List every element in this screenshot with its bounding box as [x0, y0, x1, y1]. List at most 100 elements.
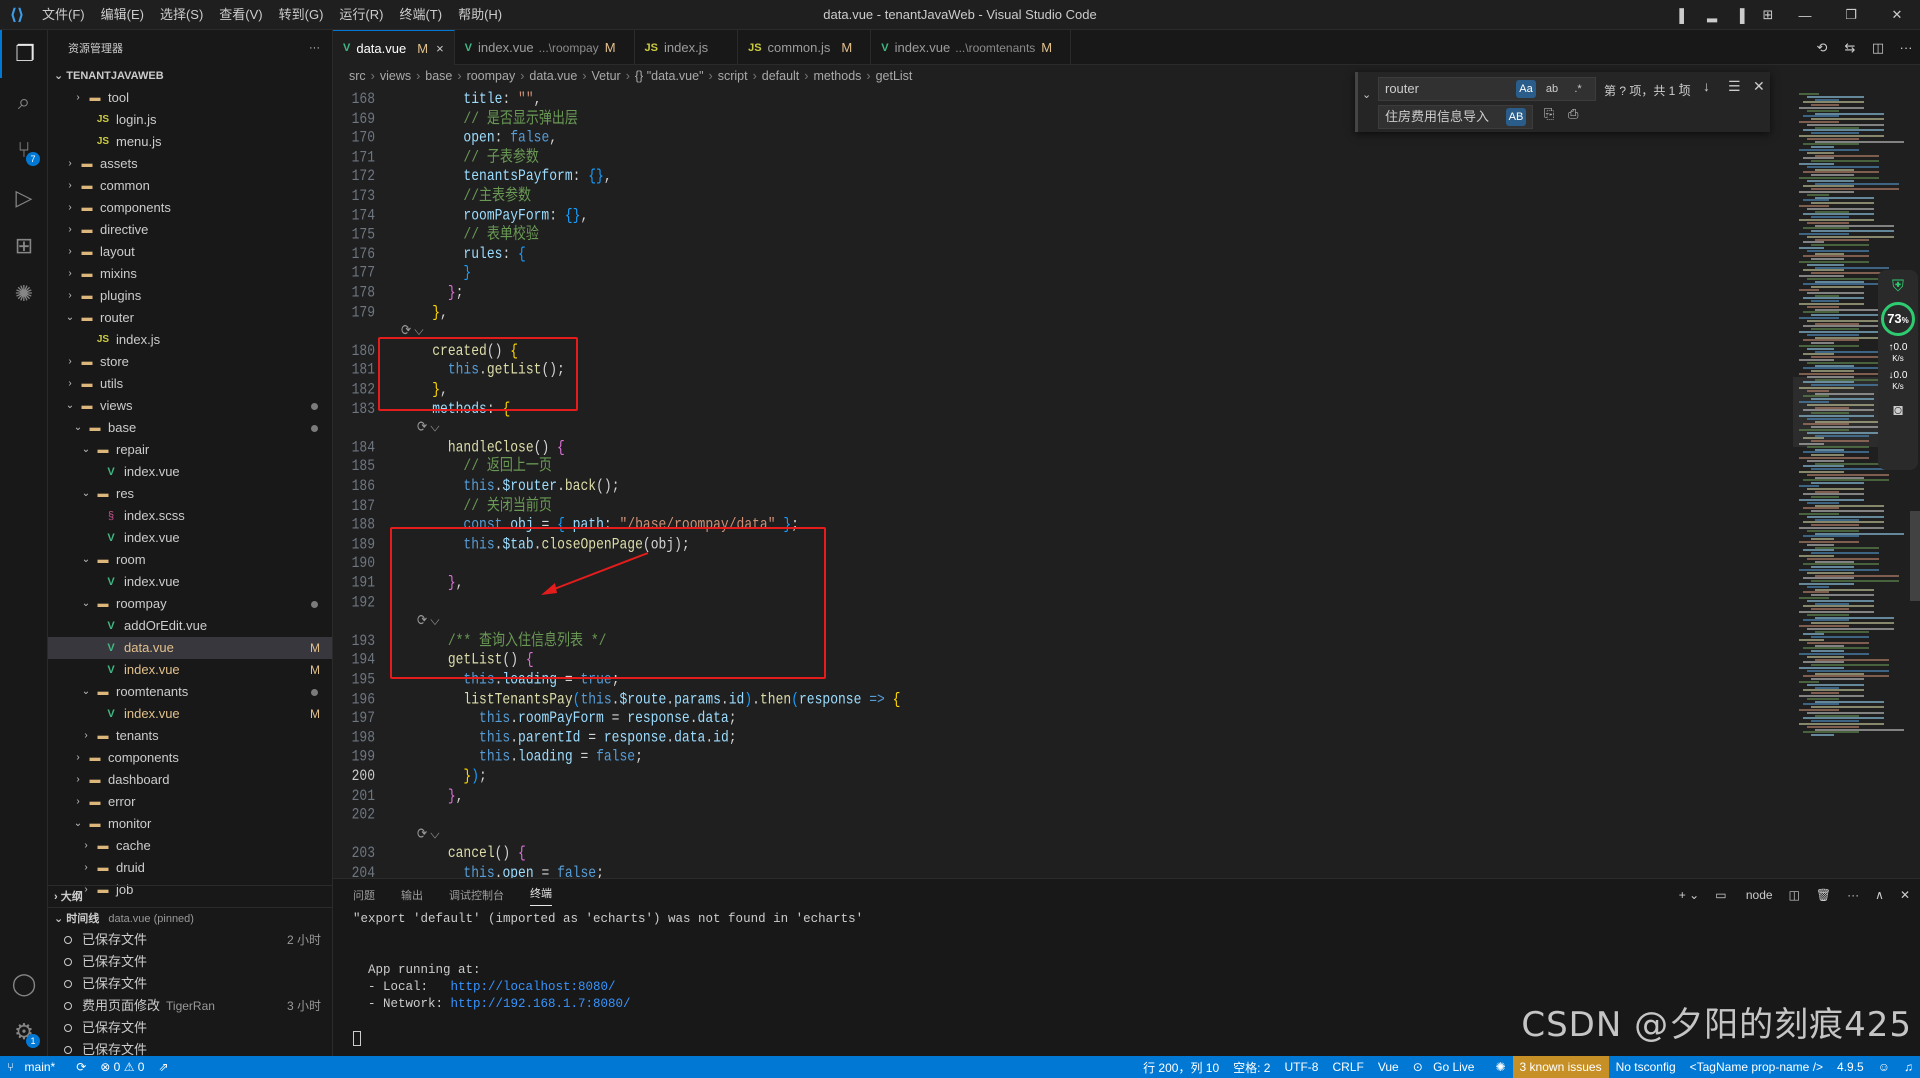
tree-item[interactable]: Vindex.vue — [48, 527, 332, 549]
split-terminal-icon[interactable]: ◫ — [1789, 888, 1800, 902]
tree-item[interactable]: ⌄ ▬ router — [48, 307, 332, 329]
timeline-section[interactable]: ⌄ 时间线 data.vue (pinned) — [48, 907, 332, 929]
go-live-button[interactable]: ⊙ Go Live — [1406, 1060, 1489, 1074]
feedback-icon[interactable]: ☺ — [1871, 1060, 1897, 1074]
terminal-shell-label[interactable]: ▭ node — [1715, 888, 1772, 902]
chevron-icon[interactable]: ⌄ — [78, 439, 94, 461]
timeline-item[interactable]: 已保存文件 2 小时 — [48, 929, 332, 951]
tree-item[interactable]: ⌄ ▬ repair — [48, 439, 332, 461]
chevron-icon[interactable]: › — [70, 791, 86, 813]
tab-output[interactable]: 输出 — [401, 887, 423, 903]
menu-help[interactable]: 帮助(H) — [450, 0, 510, 30]
split-editor-icon[interactable]: ◫ — [1864, 40, 1892, 56]
chevron-icon[interactable]: › — [70, 769, 86, 791]
breadcrumb-item[interactable]: Vetur — [592, 69, 621, 83]
match-case-toggle[interactable]: Aa — [1516, 80, 1536, 98]
tree-item[interactable]: Vindex.vue — [48, 461, 332, 483]
menu-go[interactable]: 转到(G) — [271, 0, 332, 30]
breadcrumb-item[interactable]: methods — [813, 69, 861, 83]
ts-version[interactable]: 4.9.5 — [1830, 1060, 1871, 1074]
accounts-icon[interactable]: ◯ — [0, 960, 48, 1008]
tree-item[interactable]: › ▬ directive — [48, 219, 332, 241]
chevron-icon[interactable]: › — [62, 241, 78, 263]
tree-item[interactable]: › ▬ mixins — [48, 263, 332, 285]
tree-item[interactable]: › ▬ utils — [48, 373, 332, 395]
breadcrumb-item[interactable]: default — [762, 69, 800, 83]
kill-terminal-icon[interactable]: 🗑 — [1816, 888, 1831, 902]
minimap[interactable] — [1793, 87, 1913, 878]
chevron-icon[interactable]: ⌄ — [70, 813, 86, 835]
tree-item[interactable]: › ▬ layout — [48, 241, 332, 263]
source-control-icon[interactable]: ⑂ 7 — [0, 126, 48, 174]
line-ending[interactable]: CRLF — [1325, 1060, 1370, 1074]
tree-item[interactable]: › ▬ druid — [48, 857, 332, 879]
run-debug-icon[interactable]: ▷ — [0, 174, 48, 222]
previous-match-icon[interactable]: ↑ — [1678, 78, 1685, 94]
tab-debug-console[interactable]: 调试控制台 — [449, 887, 504, 903]
menu-run[interactable]: 运行(R) — [331, 0, 391, 30]
editor-tab[interactable]: JS common.js M — [738, 30, 872, 65]
timeline-item[interactable]: 已保存文件 — [48, 951, 332, 973]
tree-item[interactable]: ⌄ ▬ roompay — [48, 593, 332, 615]
tree-item[interactable]: › ▬ error — [48, 791, 332, 813]
toggle-panel-icon[interactable]: ▂ — [1698, 7, 1726, 23]
tag-name-status[interactable]: <TagName prop-name /> — [1683, 1060, 1830, 1074]
tsconfig-status[interactable]: No tsconfig — [1609, 1060, 1683, 1074]
branch-status[interactable]: ⑂ main* — [0, 1060, 69, 1074]
known-issues-badge[interactable]: 3 known issues — [1512, 1056, 1609, 1078]
breadcrumb-item[interactable]: base — [425, 69, 452, 83]
scrollbar-thumb[interactable] — [1910, 511, 1920, 601]
tree-item[interactable]: VaddOrEdit.vue — [48, 615, 332, 637]
editor-tab[interactable]: Vindex.vue ...\roomtenants M — [871, 30, 1072, 65]
tree-item[interactable]: › ▬ common — [48, 175, 332, 197]
editor-scrollbar[interactable] — [1910, 87, 1920, 878]
tab-problems[interactable]: 问题 — [353, 887, 375, 903]
close-panel-icon[interactable]: ✕ — [1900, 888, 1910, 902]
tree-item[interactable]: ⌄ ▬ monitor — [48, 813, 332, 835]
tree-item[interactable]: Vindex.vue M — [48, 659, 332, 681]
camera-icon[interactable]: ◙ — [1878, 402, 1918, 420]
timeline-item[interactable]: 已保存文件 — [48, 1017, 332, 1039]
chevron-icon[interactable]: ⌄ — [62, 395, 78, 417]
local-url-link[interactable]: http://localhost:8080/ — [451, 980, 616, 994]
chevron-icon[interactable]: › — [62, 153, 78, 175]
tree-item[interactable]: ⌄ ▬ res — [48, 483, 332, 505]
breadcrumb-item[interactable]: {} "data.vue" — [635, 69, 704, 83]
match-whole-word-toggle[interactable]: ab — [1542, 80, 1562, 98]
vetur-icon[interactable]: ✺ — [1488, 1060, 1512, 1074]
tree-item[interactable]: ⌄ ▬ base — [48, 417, 332, 439]
timeline-history-icon[interactable]: ⟲ — [1808, 40, 1836, 56]
explorer-icon[interactable]: ❐ — [0, 30, 48, 78]
code-editor[interactable]: 168 title: "", 169 // 是否显示弹出层 170 open: fa… — [333, 87, 1920, 878]
tree-item[interactable]: JS login.js — [48, 109, 332, 131]
tree-item[interactable]: JS menu.js — [48, 131, 332, 153]
menu-edit[interactable]: 编辑(E) — [93, 0, 152, 30]
preserve-case-toggle[interactable]: AB — [1506, 108, 1526, 126]
new-terminal-icon[interactable]: + ⌄ — [1679, 888, 1699, 902]
close-find-icon[interactable]: ✕ — [1753, 78, 1765, 95]
breadcrumb-item[interactable]: data.vue — [529, 69, 577, 83]
chevron-icon[interactable]: › — [78, 725, 94, 747]
tree-item[interactable]: § index.scss — [48, 505, 332, 527]
toggle-sidebar-icon[interactable]: ▌ — [1670, 8, 1698, 23]
maximize-panel-icon[interactable]: ∧ — [1875, 888, 1884, 902]
regex-toggle[interactable]: .* — [1568, 80, 1588, 98]
problems-status[interactable]: ⊗ 0 ⚠ 0 — [93, 1060, 151, 1074]
language-mode[interactable]: Vue — [1371, 1060, 1406, 1074]
live-share-icon[interactable]: ⇗ — [151, 1060, 175, 1074]
chevron-icon[interactable]: ⌄ — [62, 307, 78, 329]
indentation[interactable]: 空格: 2 — [1226, 1059, 1277, 1076]
sync-status[interactable]: ⟳ — [69, 1060, 93, 1074]
timeline-item[interactable]: 费用页面修改 TigerRan 3 小时 — [48, 995, 332, 1017]
explorer-more-button[interactable]: ··· — [309, 42, 320, 54]
encoding[interactable]: UTF-8 — [1277, 1060, 1325, 1074]
tree-item[interactable]: › ▬ dashboard — [48, 769, 332, 791]
menu-file[interactable]: 文件(F) — [34, 0, 93, 30]
more-actions-icon[interactable]: ··· — [1892, 40, 1920, 55]
breadcrumb-item[interactable]: roompay — [467, 69, 516, 83]
tree-item[interactable]: › ▬ components — [48, 747, 332, 769]
settings-gear-icon[interactable]: ⚙ 1 — [0, 1008, 48, 1056]
chevron-icon[interactable]: ⌄ — [70, 417, 86, 439]
tree-item[interactable]: Vindex.vue M — [48, 703, 332, 725]
chevron-icon[interactable]: ⌄ — [78, 593, 94, 615]
